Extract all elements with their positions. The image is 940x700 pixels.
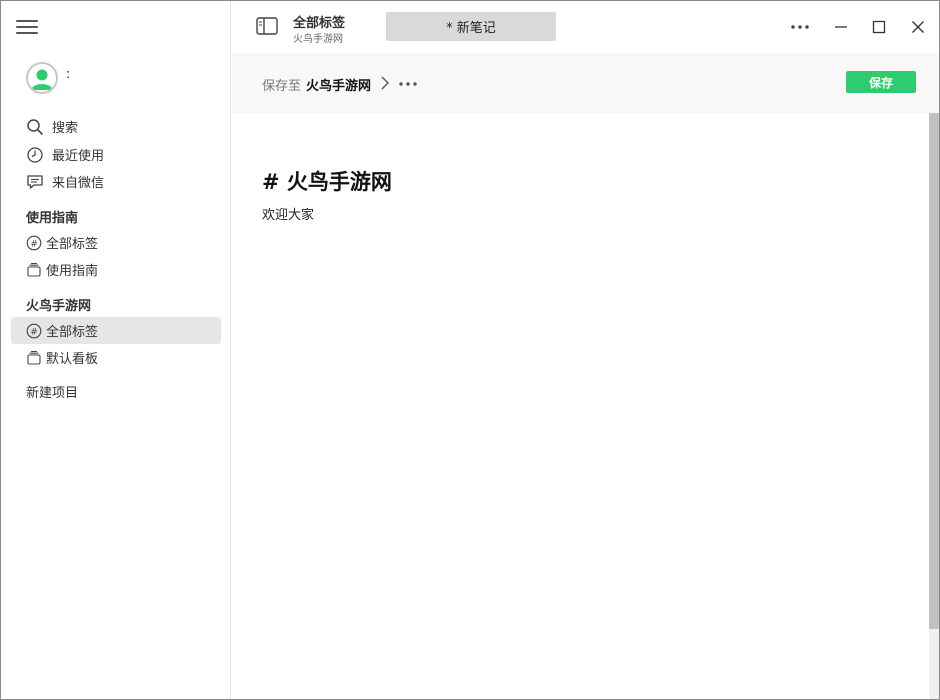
sidebar-item-label: 默认看板 xyxy=(46,352,99,367)
more-icon[interactable] xyxy=(398,75,418,91)
save-to-notebook[interactable]: 火鸟手游网 xyxy=(306,75,371,94)
top-bar: 全部标签 火鸟手游网 * 新笔记 xyxy=(232,1,939,53)
sidebar-item-label: 使用指南 xyxy=(46,264,99,279)
stack-icon xyxy=(26,350,42,366)
sidebar-item-label: 最近使用 xyxy=(52,149,105,164)
note-heading[interactable]: # 火鸟手游网 xyxy=(262,166,392,196)
close-icon[interactable] xyxy=(904,13,932,41)
stack-icon xyxy=(26,262,42,278)
scrollbar-thumb[interactable] xyxy=(929,113,939,629)
sidebar-item-recent[interactable]: 最近使用 xyxy=(11,141,221,168)
sidebar-item-guide[interactable]: 使用指南 xyxy=(11,256,221,283)
note-body[interactable]: 欢迎大家 xyxy=(262,204,314,223)
minimize-icon[interactable] xyxy=(827,13,855,41)
save-to-label: 保存至 xyxy=(262,79,302,94)
more-icon[interactable] xyxy=(786,13,814,41)
svg-text:#: # xyxy=(30,239,38,249)
sidebar-toggle-icon[interactable] xyxy=(256,17,278,35)
chevron-right-icon[interactable] xyxy=(378,74,392,92)
sidebar-item-label: 来自微信 xyxy=(52,176,105,191)
avatar[interactable] xyxy=(26,62,58,94)
sidebar-item-search[interactable]: 搜索 xyxy=(11,113,221,140)
clock-icon xyxy=(26,146,44,164)
note-editor[interactable]: # 火鸟手游网 欢迎大家 xyxy=(232,113,929,699)
svg-text:#: # xyxy=(30,327,38,337)
new-project-button[interactable]: 新建项目 xyxy=(26,382,78,401)
sidebar-item-label: 搜索 xyxy=(52,121,79,136)
save-button[interactable]: 保存 xyxy=(846,71,916,93)
editor-header: 保存至 火鸟手游网 保存 xyxy=(232,53,939,113)
sidebar: : 搜索 最近使用 来自微信 使用指南 # 全部标签 使用指南 火鸟手游网 # … xyxy=(1,1,231,699)
hash-icon: # xyxy=(26,323,42,339)
username: : xyxy=(66,67,71,82)
maximize-icon[interactable] xyxy=(865,13,893,41)
sidebar-item-wechat[interactable]: 来自微信 xyxy=(11,168,221,195)
page-title: 全部标签 xyxy=(293,16,346,31)
chat-icon xyxy=(26,173,44,191)
page-subtitle: 火鸟手游网 xyxy=(293,34,343,45)
sidebar-item-default-board[interactable]: 默认看板 xyxy=(11,344,221,371)
search-icon xyxy=(26,118,44,136)
hamburger-menu-icon[interactable] xyxy=(16,20,40,36)
sidebar-item-all-tags-active[interactable]: # 全部标签 xyxy=(11,317,221,344)
app-window: : 搜索 最近使用 来自微信 使用指南 # 全部标签 使用指南 火鸟手游网 # … xyxy=(0,0,940,700)
scrollbar[interactable] xyxy=(929,113,939,699)
tab-new-note[interactable]: * 新笔记 xyxy=(386,12,556,41)
sidebar-item-all-tags[interactable]: # 全部标签 xyxy=(11,229,221,256)
section-title: 火鸟手游网 xyxy=(26,299,92,314)
sidebar-item-label: 全部标签 xyxy=(46,325,99,340)
section-title: 使用指南 xyxy=(26,211,79,226)
hash-icon: # xyxy=(26,235,42,251)
sidebar-item-label: 全部标签 xyxy=(46,237,99,252)
